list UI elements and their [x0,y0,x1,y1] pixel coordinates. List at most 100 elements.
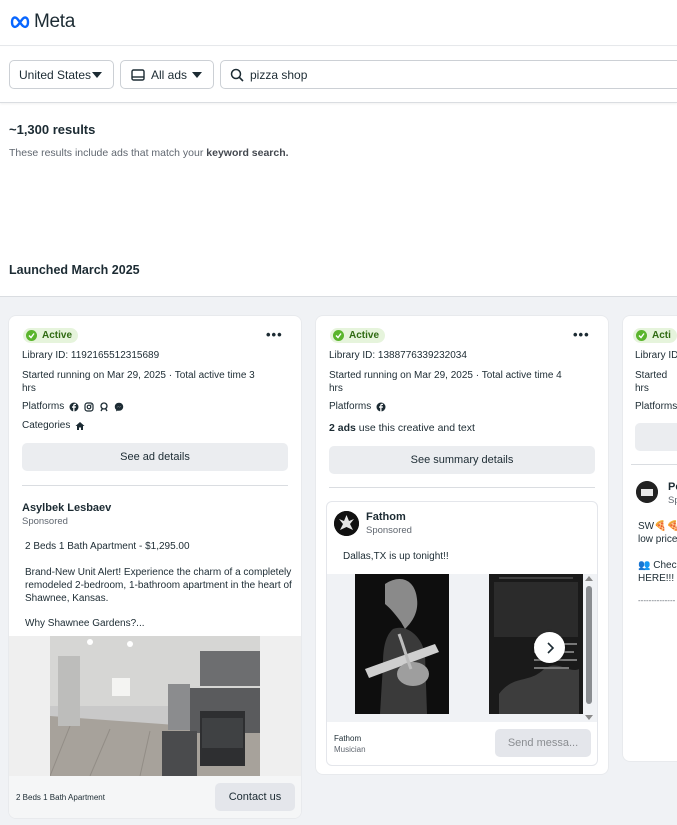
ad-body: SW🍕🍕 [638,521,677,532]
scroll-up-icon [585,576,593,581]
platforms-label: Platforms [329,401,372,412]
ad-body: Brand-New Unit Alert! Experience the cha… [25,567,292,604]
scroll-down-icon [585,715,593,720]
footer-page-category: Musician [334,745,366,754]
scrollbar[interactable] [585,574,593,722]
status-text: Active [349,330,380,341]
platforms-label: Platforms [635,401,677,412]
country-select[interactable]: United States [9,60,114,89]
library-id: Library ID: [635,350,677,361]
ad-body-line2: low price [638,534,677,545]
search-input-value: pizza shop [250,67,308,82]
meta-infinity-logo-icon [10,16,30,29]
ad-card: Acti Library ID: Started hrs Platforms P… [623,316,677,761]
chevron-down-icon [192,72,202,78]
carousel-next-button[interactable] [534,632,565,663]
results-note-bold: keyword search. [206,147,289,159]
started-running-hrs: hrs [22,383,36,394]
ad-card: Active ••• Library ID: 1192165512315689 … [9,316,301,818]
status-badge: Active [23,328,79,343]
started-running-hrs: hrs [635,383,649,394]
platforms-row: Platforms [22,401,124,412]
status-text: Acti [652,330,671,341]
ad-body: Dallas,TX is up tonight!! [343,551,449,562]
footer-page-name: Fathom [334,734,362,743]
ad-headline: 2 Beds 1 Bath Apartment - $1,295.00 [25,541,190,552]
sponsored-label: Sp [668,495,677,506]
advertiser-name[interactable]: Pe [668,481,677,493]
divider [22,485,288,486]
facebook-icon [376,402,386,411]
ad-body-line3: 👥 Check [638,560,677,571]
see-summary-details-button[interactable]: See summary details [329,446,595,474]
results-count: ~1,300 results [9,122,96,137]
search-icon [230,68,244,82]
filter-bar: United States All ads pizza shop [0,47,677,103]
categories-label: Categories [22,420,71,431]
section-title: Launched March 2025 [9,263,140,277]
check-icon [636,330,647,341]
search-input[interactable]: pizza shop [220,60,677,89]
chevron-down-icon [92,72,102,78]
status-badge: Acti [633,328,677,343]
ads-count-note: 2 ads use this creative and text [329,422,475,435]
advertiser-name[interactable]: Fathom [366,511,406,523]
see-ad-details-button[interactable]: See ad details [22,443,288,471]
send-message-button[interactable]: Send messa... [495,729,591,757]
divider [329,487,595,488]
status-badge: Active [330,328,386,343]
ad-body-line4: HERE!!! [638,573,675,584]
scrollbar-thumb[interactable] [586,586,592,704]
advertiser-name[interactable]: Asylbek Lesbaev [22,502,111,514]
started-running: Started [635,370,668,381]
sponsored-label: Sponsored [22,516,68,527]
platforms-label: Platforms [22,401,65,412]
library-id: Library ID: 1192165512315689 [22,350,160,361]
status-text: Active [42,330,73,341]
categories-row: Categories [22,420,85,431]
ad-results-grid: Active ••• Library ID: 1192165512315689 … [0,296,677,825]
audience-network-icon [100,401,108,411]
ads-count-rest: use this creative and text [355,422,475,434]
ads-count: 2 ads [329,422,356,434]
more-options-icon[interactable]: ••• [266,327,283,342]
house-icon [75,421,85,430]
instagram-icon [84,401,94,412]
sponsored-label: Sponsored [366,525,412,536]
carousel [327,574,597,722]
avatar[interactable] [334,511,359,536]
ad-image[interactable] [9,636,301,776]
more-options-icon[interactable]: ••• [573,327,590,342]
started-running: Started running on Mar 29, 2025 · Total … [22,370,255,381]
ad-preview: Fathom Sponsored Dallas,TX is up tonight… [326,501,598,766]
ad-body-more: Why Shawnee Gardens?... [25,618,145,629]
check-icon [333,330,344,341]
library-id: Library ID: 1388776339232034 [329,350,467,361]
chevron-right-icon [546,641,554,654]
contact-us-button[interactable]: Contact us [215,783,295,811]
ad-type-select-value: All ads [151,67,188,82]
guitarist-photo [355,574,449,714]
cta-caption: 2 Beds 1 Bath Apartment [16,793,105,802]
ad-body-line5: -------------- [638,596,676,605]
started-running: Started running on Mar 29, 2025 · Total … [329,370,562,381]
started-running-hrs: hrs [329,383,343,394]
ad-cta-bar: 2 Beds 1 Bath Apartment Contact us [9,776,301,818]
messenger-icon [115,402,124,411]
check-icon [26,330,37,341]
details-button[interactable] [635,423,677,451]
meta-logo[interactable]: Meta [9,11,75,33]
top-bar: Meta [0,0,677,46]
platforms-row: Platforms [635,401,677,412]
ad-card: Active ••• Library ID: 1388776339232034 … [316,316,608,774]
apartment-kitchen-image [50,636,260,776]
ad-type-select[interactable]: All ads [120,60,214,89]
results-note-text: These results include ads that match you… [9,147,207,159]
ad-category-icon [131,68,145,81]
country-select-value: United States [19,67,92,82]
results-note: These results include ads that match you… [9,147,289,159]
platforms-row: Platforms [329,401,386,412]
facebook-icon [69,402,79,411]
avatar[interactable] [636,481,658,503]
divider [631,464,677,465]
